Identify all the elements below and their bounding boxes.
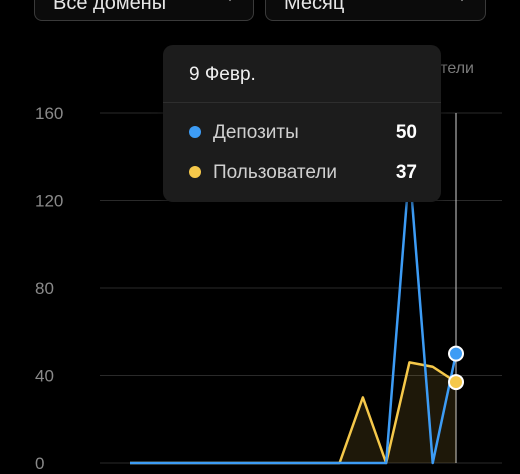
tooltip-divider: [163, 102, 441, 103]
y-tick-label: 160: [35, 104, 63, 123]
tooltip-series-name: Депозиты: [213, 122, 299, 143]
y-tick-label: 0: [35, 454, 44, 473]
tooltip-date: 9 Февр.: [189, 64, 256, 85]
chart-tooltip: 9 Февр. Депозиты 50 Пользователи 37: [163, 45, 441, 202]
users-legend-dot-icon: [189, 166, 201, 178]
tooltip-series-name: Пользователи: [213, 162, 338, 183]
tooltip-row-users: Пользователи 37: [189, 160, 417, 184]
deposits-hover-marker: [448, 345, 464, 362]
deposits-legend-dot-icon: [189, 126, 201, 138]
tooltip-series-value: 50: [395, 122, 417, 143]
y-tick-label: 40: [35, 367, 54, 386]
users-hover-marker: [448, 374, 464, 391]
tooltip-series-value: 37: [395, 162, 417, 183]
y-tick-label: 120: [35, 192, 63, 211]
tooltip-row-deposits: Депозиты 50: [189, 120, 417, 144]
y-tick-label: 80: [35, 279, 54, 298]
